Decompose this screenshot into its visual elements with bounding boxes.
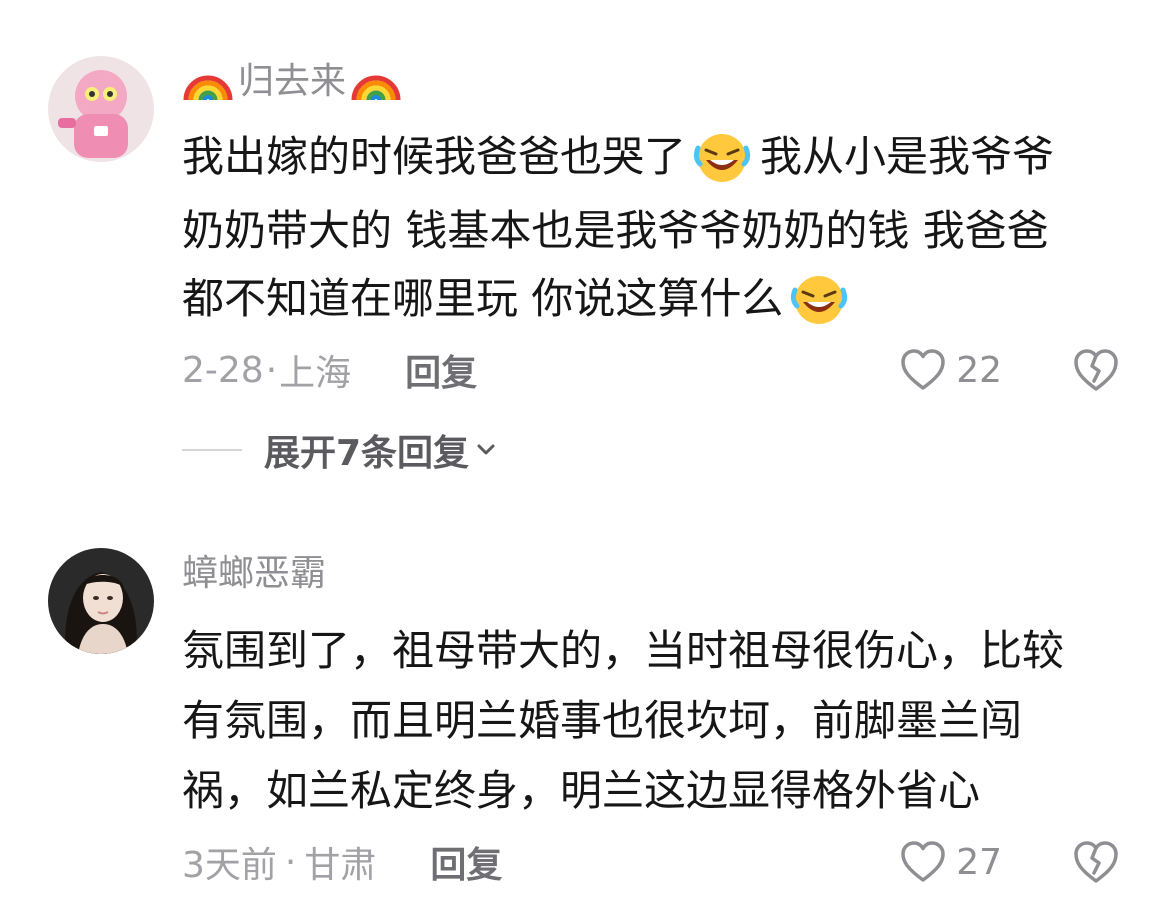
comment-text-line: 祸，如兰私定终身，明兰这边显得格外省心 [182,764,980,818]
username-row: 蟑螂恶霸 [182,546,326,602]
avatar-image [48,548,154,654]
meta-separator: · [284,841,297,883]
like-button[interactable]: 27 [900,838,1002,886]
comment-text-line: 氛围到了，祖母带大的，当时祖母很伤心，比较 [182,624,1064,678]
comment-date: 3天前 [182,845,277,886]
like-count: 27 [956,841,1002,883]
broken-heart-icon[interactable] [1072,838,1120,886]
avatar[interactable] [48,548,154,654]
comment-meta: 3天前 · 甘肃 回复 [182,836,502,888]
comment-text: 有氛围，而且明兰婚事也很坎坷，前脚墨兰闯 [182,696,1023,745]
reply-button[interactable]: 回复 [430,836,502,888]
comment-text-line: 有氛围，而且明兰婚事也很坎坷，前脚墨兰闯 [182,694,1022,748]
comment-2: 蟑螂恶霸 氛围到了，祖母带大的，当时祖母很伤心，比较 有氛围，而且明兰婚事也很坎… [0,0,1170,917]
heart-icon [901,841,945,882]
comment-text: 祸，如兰私定终身，明兰这边显得格外省心 [182,766,981,815]
comment-location: 甘肃 [304,845,377,886]
comment-text: 氛围到了，祖母带大的，当时祖母很伤心，比较 [182,626,1065,675]
username[interactable]: 蟑螂恶霸 [182,556,326,592]
